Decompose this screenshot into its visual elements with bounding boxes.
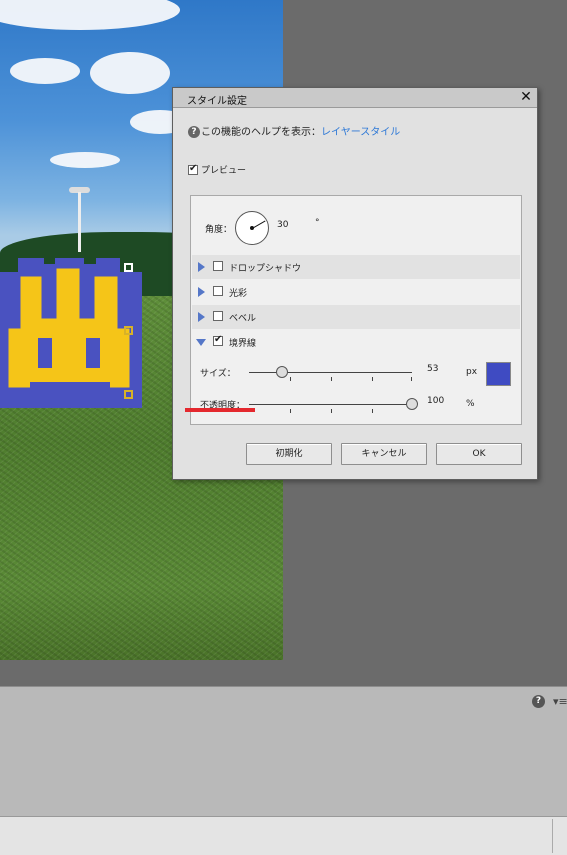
cloud — [50, 152, 120, 168]
panel-menu-icon[interactable]: ▾≡ — [553, 695, 567, 708]
opacity-slider-track[interactable] — [249, 404, 412, 413]
expand-arrow-icon[interactable] — [198, 287, 205, 297]
cloud — [10, 58, 80, 84]
opacity-slider-thumb[interactable] — [406, 398, 418, 410]
collapse-arrow-icon[interactable] — [196, 339, 206, 346]
size-slider-thumb[interactable] — [275, 366, 288, 378]
angle-center — [250, 226, 254, 230]
dialog-titlebar[interactable]: スタイル設定 ✕ — [173, 88, 537, 108]
cloud — [90, 52, 170, 94]
slider-tick — [290, 409, 291, 413]
close-icon[interactable]: ✕ — [519, 89, 533, 105]
size-label: サイズ： — [200, 369, 236, 379]
reset-button[interactable]: 初期化 — [246, 443, 332, 465]
light-pole — [78, 192, 81, 252]
styled-text-layer[interactable] — [0, 258, 142, 408]
glyph-shape — [0, 258, 142, 408]
angle-needle — [252, 220, 266, 229]
preview-checkbox[interactable] — [188, 163, 198, 175]
section-checkbox[interactable] — [213, 261, 223, 271]
style-settings-dialog: スタイル設定 ✕ ?この機能のヘルプを表示：レイヤースタイル プレビュー 角度：… — [172, 87, 538, 480]
slider-tick — [411, 377, 412, 381]
expand-arrow-icon[interactable] — [198, 262, 205, 272]
highlight-underline — [185, 408, 255, 412]
slider-tick — [290, 377, 291, 381]
scrollbar-corner — [552, 819, 561, 853]
section-checkbox[interactable] — [213, 286, 223, 296]
section-label: ベベル — [229, 314, 257, 324]
expand-arrow-icon[interactable] — [198, 312, 205, 322]
section-checkbox[interactable] — [213, 311, 223, 321]
section-checkbox[interactable] — [213, 334, 223, 346]
angle-dial[interactable] — [235, 211, 269, 245]
help-prefix: この機能のヘルプを表示： — [201, 127, 321, 138]
preview-label: プレビュー — [201, 166, 247, 176]
transform-handle[interactable] — [124, 326, 133, 335]
section-label: 境界線 — [229, 339, 257, 349]
slider-tick — [331, 409, 332, 413]
size-slider-track[interactable] — [249, 372, 412, 381]
section-stroke[interactable]: 境界線 — [192, 330, 520, 354]
stroke-color-swatch[interactable] — [486, 362, 511, 386]
cloud — [0, 0, 180, 30]
section-label: ドロップシャドウ — [229, 264, 302, 274]
section-glow[interactable]: 光彩 — [192, 280, 520, 304]
help-link[interactable]: レイヤースタイル — [321, 127, 400, 138]
dialog-title: スタイル設定 — [187, 96, 247, 107]
transform-handle[interactable] — [124, 390, 133, 399]
help-icon[interactable]: ? — [532, 695, 545, 708]
angle-value[interactable]: 30 — [277, 220, 288, 230]
cancel-button[interactable]: キャンセル — [341, 443, 427, 465]
styles-panel: 角度： 30 ° ドロップシャドウ 光彩 ベベル 境界線 — [190, 195, 522, 425]
transform-handle[interactable] — [124, 263, 133, 272]
bottom-bar — [0, 816, 567, 855]
preview-row[interactable]: プレビュー — [188, 163, 246, 176]
section-drop-shadow[interactable]: ドロップシャドウ — [192, 255, 520, 279]
slider-tick — [372, 377, 373, 381]
bottom-panel: ? ▾≡ — [0, 686, 567, 817]
ok-button[interactable]: OK — [436, 443, 522, 465]
slider-tick — [372, 409, 373, 413]
opacity-unit: % — [466, 399, 475, 409]
size-unit: px — [466, 367, 478, 377]
angle-label: 角度： — [205, 225, 233, 235]
size-value[interactable]: 53 — [427, 364, 438, 374]
help-line: ? この機能のヘルプを表示：レイヤースタイル — [188, 123, 400, 138]
opacity-value[interactable]: 100 — [427, 396, 444, 406]
stroke-size-row: サイズ： 53 px — [191, 362, 521, 386]
help-icon: ? — [188, 126, 200, 138]
section-bevel[interactable]: ベベル — [192, 305, 520, 329]
section-label: 光彩 — [229, 289, 248, 299]
angle-row: 角度： 30 ° — [205, 211, 505, 247]
slider-tick — [331, 377, 332, 381]
angle-unit: ° — [315, 218, 320, 228]
